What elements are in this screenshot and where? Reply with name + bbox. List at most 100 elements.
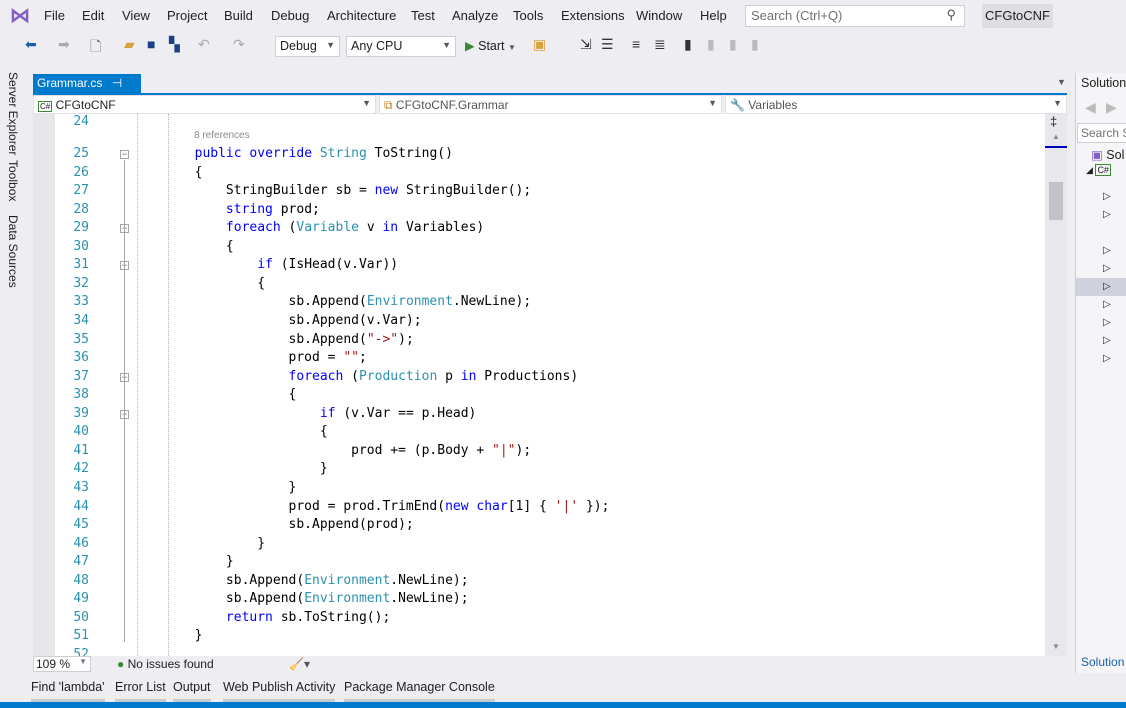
server-explorer-tab[interactable]: Server Explorer — [6, 72, 20, 155]
code-line[interactable]: sb.Append(v.Var); — [132, 313, 422, 328]
tab-overflow-icon[interactable]: ▼ — [1057, 77, 1066, 87]
platform-select[interactable]: Any CPU ▼ — [346, 36, 456, 57]
code-line[interactable]: { — [132, 165, 203, 180]
code-line[interactable]: } — [132, 480, 297, 495]
code-line[interactable]: sb.Append(Environment.NewLine); — [132, 294, 532, 309]
code-line[interactable]: { — [132, 424, 328, 439]
type-nav-dropdown[interactable]: ⧉ CFGtoCNF.Grammar ▼ — [379, 95, 722, 114]
menu-architecture[interactable]: Architecture — [327, 8, 396, 23]
scroll-down-icon[interactable]: ▼ — [1052, 642, 1060, 651]
code-line[interactable]: } — [132, 461, 328, 476]
code-line[interactable]: string prod; — [132, 202, 320, 217]
menu-analyze[interactable]: Analyze — [452, 8, 498, 23]
save-all-icon[interactable]: ▚ — [169, 36, 180, 53]
solution-search-input[interactable]: Search S — [1077, 123, 1126, 143]
collapse-icon[interactable]: − — [120, 150, 129, 160]
vertical-scrollbar[interactable]: ‡ ▲ ▼ — [1045, 114, 1067, 656]
bookmark-icon[interactable]: ▮ — [684, 36, 692, 53]
member-nav-dropdown[interactable]: 🔧 Variables ▼ — [725, 95, 1067, 114]
back-icon[interactable]: ⬅ — [25, 36, 37, 53]
tree-node[interactable]: ▷ — [1076, 278, 1126, 296]
menu-test[interactable]: Test — [411, 8, 435, 23]
tree-node[interactable]: ▷ — [1076, 242, 1126, 260]
code-line[interactable]: StringBuilder sb = new StringBuilder(); — [132, 183, 531, 198]
code-line[interactable]: } — [132, 536, 265, 551]
code-line[interactable]: } — [132, 554, 234, 569]
uncomment-icon[interactable]: ≣ — [654, 36, 666, 53]
menu-file[interactable]: File — [44, 8, 65, 23]
pin-icon[interactable]: ⊣ — [112, 76, 122, 90]
data-sources-tab[interactable]: Data Sources — [6, 215, 20, 288]
forward-icon[interactable]: ▶ — [1106, 99, 1117, 116]
redo-icon[interactable]: ↷ — [233, 36, 245, 53]
scroll-up-icon[interactable]: ▲ — [1052, 132, 1060, 141]
menu-build[interactable]: Build — [224, 8, 253, 23]
menu-debug[interactable]: Debug — [271, 8, 309, 23]
forward-icon[interactable]: ➡ — [58, 36, 70, 53]
toolbox-tab[interactable]: Toolbox — [6, 160, 20, 201]
zoom-select[interactable]: 109 % ▼ — [33, 656, 91, 672]
code-line[interactable]: public override String ToString() — [132, 146, 453, 161]
project-nav-dropdown[interactable]: C# CFGtoCNF ▼ — [33, 95, 376, 114]
code-line[interactable]: { — [132, 276, 265, 291]
clear-bookmarks-icon[interactable]: ▮ — [751, 36, 759, 53]
tree-node[interactable]: ▷ — [1076, 260, 1126, 278]
tree-node[interactable]: ▷ — [1076, 314, 1126, 332]
menu-help[interactable]: Help — [700, 8, 727, 23]
new-project-icon[interactable]: 🗋 — [90, 36, 101, 60]
code-line[interactable]: sb.Append("->"); — [132, 332, 414, 347]
tab-error-list[interactable]: Error List — [115, 680, 166, 704]
code-editor[interactable]: 8 references 24 25 public override String… — [33, 114, 1045, 656]
code-line[interactable]: sb.Append(Environment.NewLine); — [132, 591, 469, 606]
code-line[interactable]: prod = prod.TrimEnd(new char[1] { '|' })… — [132, 499, 610, 514]
tree-node[interactable]: ▷ — [1076, 332, 1126, 350]
tab-output[interactable]: Output — [173, 680, 211, 704]
tree-node[interactable]: ▷ — [1076, 206, 1126, 224]
code-line[interactable]: { — [132, 239, 234, 254]
code-line[interactable]: if (v.Var == p.Head) — [132, 406, 477, 421]
step-into-icon[interactable]: ⇲ — [580, 36, 592, 53]
tab-grammar-cs[interactable]: Grammar.cs ⊣ ✕ — [33, 74, 141, 104]
project-node[interactable]: ◢ C# — [1086, 164, 1111, 176]
menu-extensions[interactable]: Extensions — [561, 8, 625, 23]
code-line[interactable]: } — [132, 628, 203, 643]
solution-root[interactable]: ▣ Sol — [1091, 147, 1124, 162]
code-line[interactable]: foreach (Production p in Productions) — [132, 369, 579, 384]
menu-project[interactable]: Project — [167, 8, 207, 23]
code-line[interactable]: foreach (Variable v in Variables) — [132, 220, 484, 235]
start-button[interactable]: ▶ Start ▼ — [465, 38, 516, 53]
code-line[interactable]: if (IsHead(v.Var)) — [132, 257, 398, 272]
tab-package-manager-console[interactable]: Package Manager Console — [344, 680, 495, 704]
menu-view[interactable]: View — [122, 8, 150, 23]
back-icon[interactable]: ◀ — [1085, 99, 1096, 116]
outline-icon[interactable]: ☰ — [601, 36, 614, 53]
find-icon[interactable]: ▣ — [533, 36, 546, 53]
search-input[interactable]: Search (Ctrl+Q) ⚲ — [745, 5, 965, 27]
prev-bookmark-icon[interactable]: ▮ — [707, 36, 715, 53]
solution-explorer-tab[interactable]: Solution — [1081, 655, 1124, 669]
configuration-select[interactable]: Debug ▼ — [275, 36, 340, 57]
menu-tools[interactable]: Tools — [513, 8, 543, 23]
save-icon[interactable]: ■ — [147, 36, 155, 52]
tree-node[interactable] — [1076, 224, 1126, 242]
comment-icon[interactable]: ≡ — [632, 36, 640, 52]
code-line[interactable]: return sb.ToString(); — [132, 610, 390, 625]
tree-node[interactable]: ▷ — [1076, 350, 1126, 368]
tab-web-publish-activity[interactable]: Web Publish Activity — [223, 680, 336, 704]
menu-edit[interactable]: Edit — [82, 8, 104, 23]
tree-node[interactable]: ▷ — [1076, 188, 1126, 206]
menu-window[interactable]: Window — [636, 8, 682, 23]
tree-node[interactable]: ▷ — [1076, 296, 1126, 314]
codelens-references[interactable]: 8 references — [194, 130, 250, 141]
scroll-thumb[interactable] — [1049, 182, 1063, 220]
code-line[interactable]: prod = ""; — [132, 350, 367, 365]
code-line[interactable]: sb.Append(prod); — [132, 517, 414, 532]
issues-indicator[interactable]: ● No issues found — [117, 657, 214, 671]
split-icon[interactable]: ‡ — [1050, 114, 1057, 129]
open-folder-icon[interactable]: ▰ — [124, 36, 135, 53]
code-line[interactable]: sb.Append(Environment.NewLine); — [132, 573, 469, 588]
code-line[interactable]: prod += (p.Body + "|"); — [132, 443, 531, 458]
undo-icon[interactable]: ↶ — [198, 36, 210, 53]
code-line[interactable]: { — [132, 387, 297, 402]
cleanup-icon[interactable]: 🧹▾ — [289, 657, 310, 671]
